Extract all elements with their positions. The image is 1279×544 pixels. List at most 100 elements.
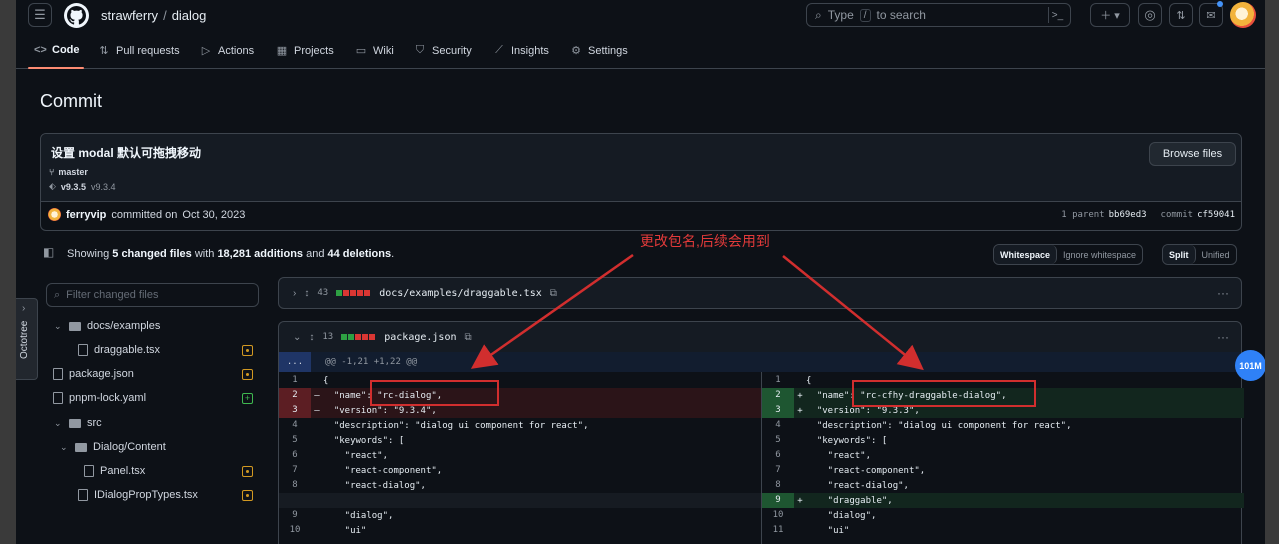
search-input[interactable]: ⌕ Type / to search >_ [806,3,1071,27]
tab-wiki[interactable]: ▭ Wiki [355,44,394,58]
tab-projects[interactable]: ▦ Projects [276,44,334,58]
browse-files-button[interactable]: Browse files [1149,142,1236,166]
octotree-sidebar-toggle[interactable]: › Octotree [16,298,38,380]
tree-folder-dialog-content[interactable]: ⌄ Dialog/Content [60,439,166,455]
line-number[interactable]: 1 [279,373,311,388]
file-header-package[interactable]: ⌄ ↕ 13 package.json ⧉ ··· [278,321,1242,353]
search-icon: ⌕ [815,7,822,22]
diff-line: 6 "react", [762,448,1244,463]
line-number[interactable]: 2 [762,388,794,403]
ignore-whitespace-button[interactable]: Ignore whitespace [1057,245,1142,264]
branch-icon: ⑂ [49,167,55,177]
filter-files-input[interactable]: ⌕ Filter changed files [46,283,259,307]
tree-file-panel[interactable]: Panel.tsx [84,463,145,479]
repo-name-link[interactable]: dialog [172,8,207,23]
expand-hunk-button[interactable]: ... [279,352,311,372]
code-text: "ui" [806,525,850,536]
code-text: "ui" [323,525,367,536]
tab-security[interactable]: ⛉ Security [414,44,472,57]
chevron-down-icon: ⌄ [54,320,62,331]
tree-file-package[interactable]: package.json [53,366,134,382]
graph-icon: ⟋ [495,44,503,56]
tab-actions[interactable]: ▷ Actions [200,44,254,58]
copy-icon[interactable]: ⧉ [550,288,557,299]
tag-info: ⬖ v9.3.5 v9.3.4 [49,181,115,192]
line-number[interactable]: 5 [279,433,311,448]
line-number[interactable]: 10 [279,523,311,538]
file-header-draggable[interactable]: › ↕ 43 docs/examples/draggable.tsx ⧉ ··· [278,277,1242,309]
github-logo[interactable] [64,3,89,28]
line-number[interactable]: 9 [279,508,311,523]
search-shortcut-key: / [859,8,871,22]
line-number[interactable]: 10 [762,508,794,523]
line-number[interactable]: 4 [762,418,794,433]
whitespace-button[interactable]: Whitespace [994,245,1058,264]
diff-line: 8 "react-dialog", [762,478,1244,493]
diff-line: 1{ [279,373,761,388]
line-number[interactable] [279,493,311,508]
line-number[interactable]: 8 [762,478,794,493]
line-number[interactable]: 3 [762,403,794,418]
tab-label: Code [52,44,80,56]
branch-name[interactable]: master [58,167,88,177]
tree-folder-src[interactable]: ⌄ src [54,415,102,431]
line-number[interactable]: 7 [762,463,794,478]
line-number[interactable]: 2 [279,388,311,403]
more-options-icon[interactable]: ··· [1217,330,1229,344]
file-name[interactable]: docs/examples/draggable.tsx [379,288,542,299]
line-number[interactable]: 7 [279,463,311,478]
line-number[interactable]: 5 [762,433,794,448]
create-new-button[interactable]: ＋ ▾ [1090,3,1130,27]
menu-button[interactable]: ☰ [28,3,52,27]
tab-pull-requests[interactable]: ⇅ Pull requests [98,44,179,58]
copy-icon[interactable]: ⧉ [464,332,471,343]
line-number[interactable]: 6 [279,448,311,463]
repo-owner-link[interactable]: strawferry [101,8,158,23]
author-avatar[interactable] [48,208,61,221]
tab-code[interactable]: <> Code [34,44,80,56]
toggle-file-tree-icon[interactable]: ◧ [43,245,54,259]
tree-file-idialog[interactable]: IDialogPropTypes.tsx [78,487,198,503]
tag-current[interactable]: v9.3.5 [61,182,86,192]
tree-file-draggable[interactable]: draggable.tsx [78,342,160,358]
floating-size-badge[interactable]: 101M [1235,350,1265,381]
pull-request-icon: ⇅ [99,45,109,57]
summary-text: . [391,248,395,260]
tab-insights[interactable]: ⟋ Insights [493,44,549,57]
code-text: "description": "dialog ui component for … [323,420,589,431]
expand-icon[interactable]: ↕ [309,332,314,343]
expand-icon[interactable]: ↕ [304,288,309,299]
issues-button[interactable]: ◎ [1138,3,1162,27]
table-icon: ▦ [276,45,288,57]
author-name[interactable]: ferryvip [66,209,106,221]
line-number[interactable]: 4 [279,418,311,433]
annotation-box-left [370,380,499,406]
tag-previous[interactable]: v9.3.4 [91,182,116,192]
split-button[interactable]: Split [1163,245,1196,264]
parent-sha[interactable]: bb69ed3 [1109,210,1147,220]
line-number[interactable]: 11 [762,523,794,538]
user-avatar[interactable] [1230,2,1256,28]
diff-line: 11 "ui" [762,523,1244,538]
command-palette-icon[interactable]: >_ [1048,7,1066,23]
line-number[interactable]: 9 [762,493,794,508]
line-number[interactable]: 8 [279,478,311,493]
tree-folder-docs-examples[interactable]: ⌄ docs/examples [54,318,160,334]
diff-line: 4 "description": "dialog ui component fo… [279,418,761,433]
line-number[interactable]: 3 [279,403,311,418]
file-name[interactable]: package.json [384,332,456,343]
code-text: "react", [806,450,872,461]
more-options-icon[interactable]: ··· [1217,286,1229,300]
tag-icon: ⬖ [49,181,56,191]
modified-icon [242,490,253,501]
commit-sha: cf59041 [1197,210,1235,220]
diff-line: 5 "keywords": [ [762,433,1244,448]
hunk-range: @@ -1,21 +1,22 @@ [325,357,418,367]
tab-settings[interactable]: ⚙ Settings [570,44,628,58]
code-text: "react-dialog", [806,480,909,491]
pull-requests-button[interactable]: ⇅ [1169,3,1193,27]
tree-file-pnpm-lock[interactable]: pnpm-lock.yaml [53,390,146,406]
line-number[interactable]: 1 [762,373,794,388]
line-number[interactable]: 6 [762,448,794,463]
unified-button[interactable]: Unified [1196,245,1236,264]
